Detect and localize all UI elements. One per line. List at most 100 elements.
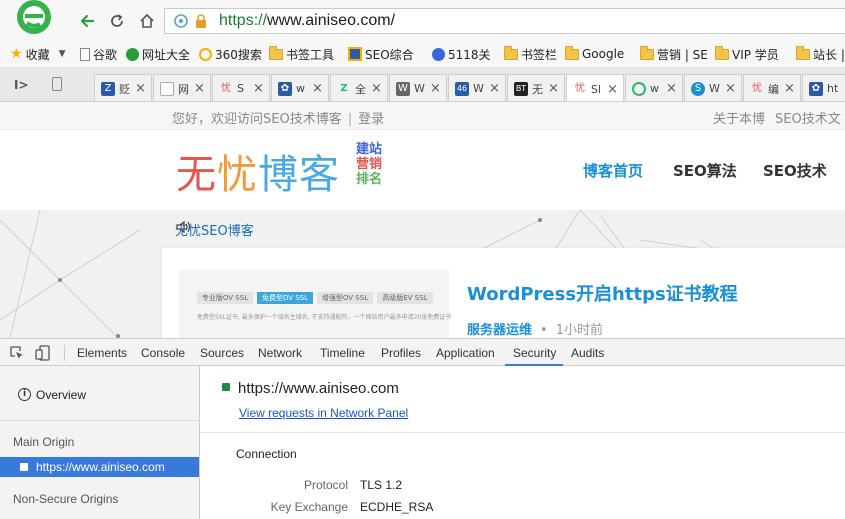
bookmark-label: 站长 | [813,47,845,62]
browser-tab[interactable]: 忧编 × [743,74,801,101]
lock-icon[interactable] [193,13,209,29]
tab-timeline[interactable]: Timeline [320,346,365,360]
tab-audits[interactable]: Audits [571,346,604,360]
back-button[interactable] [76,10,98,32]
sidebar-item-main-origin[interactable]: https://www.ainiseo.com [0,457,199,477]
url-scheme: https:// [219,12,268,29]
login-link[interactable]: 登录 [358,112,384,127]
browser-tab[interactable]: ✿ ht [802,74,845,101]
bookmark-folder-tools[interactable]: 书签工具 [269,45,334,63]
nav-seo-algorithm[interactable]: SEO算法 [673,160,737,181]
post-title[interactable]: WordPress开启https证书教程 [467,280,738,306]
nav-home[interactable]: 博客首页 [583,160,643,181]
site-notice[interactable]: 无忧SEO博客 [175,220,254,239]
browser-tab[interactable]: Z 贬 × [94,74,152,101]
browser-toolbar: https://www.ainiseo.com/ [0,0,845,40]
sidebar-item-overview[interactable]: i Overview [0,366,200,421]
bookmark-label: 书签栏 [521,47,558,62]
close-icon[interactable]: × [666,81,678,96]
site-icon [126,47,139,61]
nav-seo-tech[interactable]: SEO技术 [763,160,827,181]
tab-application[interactable]: Application [436,346,495,360]
close-icon[interactable]: × [489,81,501,96]
bookmark-folder-google[interactable]: Google [565,45,624,63]
thumb-tab: 免费型DV SSL [257,292,313,304]
view-requests-link[interactable]: View requests in Network Panel [239,406,408,420]
bookmark-seo[interactable]: SEO综合 [348,45,414,63]
bookmark-folder-bar[interactable]: 书签栏 [504,45,557,63]
close-icon[interactable]: × [194,81,206,96]
bookmark-label: 收藏 [25,47,50,62]
tab-scroll-icon[interactable]: I> [14,78,29,92]
bookmark-folder-webmaster[interactable]: 站长 | [796,45,845,63]
tab-title: ht [827,82,839,95]
bookmark-label: Google [582,47,625,61]
home-button[interactable] [136,10,158,32]
close-icon[interactable]: × [725,81,737,96]
device-toggle-icon[interactable] [35,345,51,361]
tab-favicon-icon: ✿ [278,81,292,96]
tab-network[interactable]: Network [258,346,302,360]
tab-sources[interactable]: Sources [200,346,244,360]
tab-favicon-icon: BT [514,81,528,96]
browser-tab[interactable]: 忧 S × [212,74,270,101]
post-thumbnail[interactable]: 专业版OV SSL 免费型DV SSL 增强型OV SSL 高级版EV SSL … [179,270,452,338]
close-icon[interactable]: × [784,81,796,96]
inspect-icon[interactable] [9,345,25,361]
close-icon[interactable]: × [371,81,383,96]
bookmark-google[interactable]: 谷歌 [80,45,117,63]
close-icon[interactable]: × [312,81,324,96]
tab-elements[interactable]: Elements [77,346,127,360]
post-card[interactable]: 专业版OV SSL 免费型DV SSL 增强型OV SSL 高级版EV SSL … [162,248,845,338]
thumb-caption: 免费型SSL证书, 最多保护一个域名主域名, 不支持通配符，一个网站用户最多申请… [197,314,452,321]
secure-origin-icon [20,463,28,471]
close-icon[interactable]: × [548,81,560,96]
url-text[interactable]: https://www.ainiseo.com/ [219,12,395,30]
bookmark-label: SEO综合 [365,47,414,62]
bookmark-360-search[interactable]: 360搜索 [199,45,262,63]
tab-profiles[interactable]: Profiles [381,346,421,360]
tab-title: 编 [768,82,779,96]
browser-tab[interactable]: 46 W × [448,74,506,101]
bookmark-label: VIP 学员 [732,47,779,62]
bookmark-5118[interactable]: 5118关 [432,45,491,63]
bookmark-favorites[interactable]: ★ 收藏 ▼ [10,45,66,63]
browser-tab[interactable]: 网 × [153,74,211,101]
browser-tab[interactable]: S W × [684,74,742,101]
browser-tab-active[interactable]: 忧 Sl × [566,74,624,101]
address-bar[interactable]: https://www.ainiseo.com/ [164,8,845,34]
about-link[interactable]: 关于本博 [713,112,765,127]
bookmark-folder-vip[interactable]: VIP 学员 [715,45,779,63]
close-icon[interactable]: × [135,81,147,96]
close-icon[interactable]: × [253,81,265,96]
seo-tech-link[interactable]: SEO技术文 [775,112,841,127]
tab-title: Sl [591,82,602,96]
tab-favicon-icon: S [691,81,705,96]
browser-tab[interactable]: ✿ w × [271,74,329,101]
tab-console[interactable]: Console [141,346,185,360]
bookmark-label: 书签工具 [286,47,335,62]
main-origin-label: https://www.ainiseo.com [36,460,165,474]
tab-title: S [237,82,244,95]
post-category[interactable]: 服务器运维 [467,323,532,338]
close-icon[interactable]: × [607,82,619,97]
tab-favicon-icon: 46 [455,81,469,96]
site-logo[interactable]: 无忧博客 [176,142,340,200]
browser-tab[interactable]: Z 全 × [330,74,388,101]
browser-tab[interactable]: w × [625,74,683,101]
tab-favicon-icon: ✿ [809,81,823,96]
bookmark-folder-marketing[interactable]: 营销 | SE [640,45,708,63]
mobile-icon[interactable] [52,77,62,91]
tab-title: W [473,82,484,95]
reload-button[interactable] [106,10,128,32]
bookmark-label: 5118关 [448,47,491,62]
connection-header: Connection [236,447,297,461]
bookmark-directory[interactable]: 网址大全 [126,45,190,63]
browser-tab[interactable]: W W × [389,74,447,101]
close-icon[interactable]: × [430,81,442,96]
browser-tab[interactable]: BT 无 × [507,74,565,101]
tagline-line: 营销 [356,157,383,172]
site-info-icon[interactable] [173,13,189,29]
tab-security[interactable]: Security [513,346,556,360]
tab-favicon-icon: 忧 [752,82,762,94]
